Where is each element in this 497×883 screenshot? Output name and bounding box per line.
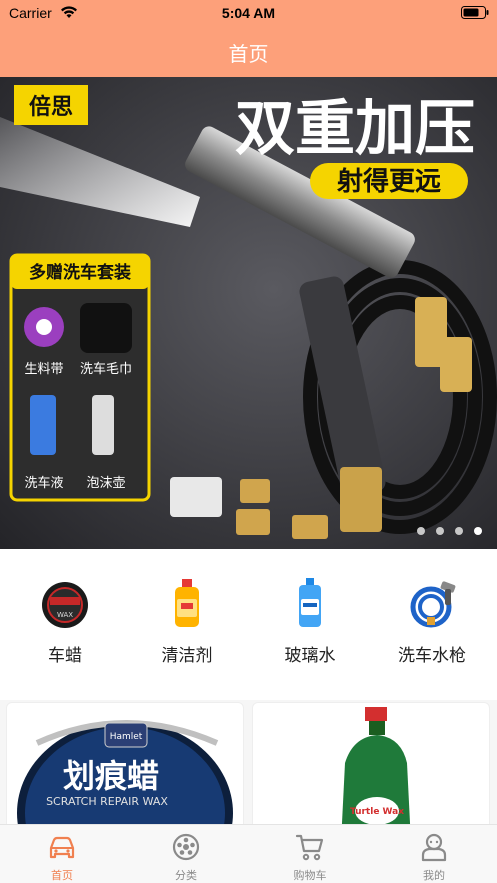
status-bar: Carrier 5:04 AM [0, 0, 497, 26]
cart-icon [295, 834, 324, 861]
car-wax-icon: WAX [42, 582, 88, 628]
cleaner-bottle-icon [175, 579, 199, 627]
tab-profile[interactable]: 我的 [372, 825, 496, 883]
product-list: Hamlet 划痕蜡 SCRATCH REPAIR WAX Turtle Wax [0, 700, 497, 842]
category-label: 车蜡 [48, 646, 82, 665]
washer-fluid-icon [299, 578, 321, 627]
product-card[interactable]: Turtle Wax [252, 702, 490, 842]
category-label: 玻璃水 [284, 646, 336, 665]
product-image: Hamlet 划痕蜡 SCRATCH REPAIR WAX [17, 720, 233, 841]
status-time: 5:04 AM [221, 5, 276, 21]
tab-label: 我的 [423, 870, 445, 882]
banner-headline: 双重加压 [235, 94, 475, 164]
tab-label: 分类 [175, 870, 197, 882]
svg-text:WAX: WAX [57, 611, 73, 619]
gift-title: 多赠洗车套装 [29, 262, 131, 283]
tab-category[interactable]: 分类 [124, 825, 248, 883]
page-dot[interactable] [417, 527, 425, 535]
battery-icon [461, 6, 489, 19]
page-dot[interactable] [436, 527, 444, 535]
banner-brand: 倍思 [29, 94, 73, 120]
product-name: 划痕蜡 [63, 757, 159, 795]
tab-label: 购物车 [293, 870, 327, 882]
car-icon [49, 836, 75, 859]
category-washer-fluid[interactable]: 玻璃水 [248, 571, 372, 671]
category-car-wax[interactable]: WAX 车蜡 [3, 571, 127, 671]
category-label: 清洁剂 [161, 646, 213, 665]
page-title: 首页 [228, 44, 269, 66]
tab-home[interactable]: 首页 [0, 825, 124, 883]
gift-item-label: 洗车液 [24, 475, 63, 491]
product-image: Turtle Wax [341, 707, 411, 841]
category-label: 洗车水枪 [398, 646, 466, 665]
gift-item-label: 洗车毛巾 [80, 361, 132, 377]
tab-bar: 首页 分类 购物车 我的 [0, 824, 497, 883]
navigation-bar: Carrier 5:04 AM 首页 [0, 0, 497, 77]
tab-cart[interactable]: 购物车 [248, 825, 372, 883]
app-screen: Carrier 5:04 AM 首页 倍思 双重加压 射得更远 多赠洗车套装 生… [0, 0, 497, 883]
wheel-icon [172, 833, 200, 861]
banner-image: 倍思 双重加压 射得更远 多赠洗车套装 生料带 洗车毛巾 洗车液 泡沫壶 [0, 77, 497, 549]
banner-carousel[interactable]: 倍思 双重加压 射得更远 多赠洗车套装 生料带 洗车毛巾 洗车液 泡沫壶 [0, 77, 497, 549]
carousel-page-indicator[interactable] [413, 527, 493, 537]
banner-subheadline: 射得更远 [336, 167, 441, 197]
profile-icon [421, 833, 447, 862]
product-brand: Turtle Wax [350, 807, 404, 817]
category-cleaner[interactable]: 清洁剂 [125, 571, 249, 671]
page-dot-active[interactable] [474, 527, 482, 535]
product-subtitle: SCRATCH REPAIR WAX [46, 795, 168, 808]
hose-gun-icon [410, 581, 456, 628]
page-dot[interactable] [455, 527, 463, 535]
gift-item-label: 泡沫壶 [86, 476, 125, 491]
gift-item-label: 生料带 [24, 362, 63, 377]
tab-label: 首页 [51, 870, 73, 882]
category-hose-gun[interactable]: 洗车水枪 [370, 571, 494, 671]
category-grid: WAX 车蜡 清洁剂 玻璃水 洗车水枪 [0, 549, 497, 689]
product-brand: Hamlet [110, 732, 143, 742]
product-card[interactable]: Hamlet 划痕蜡 SCRATCH REPAIR WAX [6, 702, 244, 842]
